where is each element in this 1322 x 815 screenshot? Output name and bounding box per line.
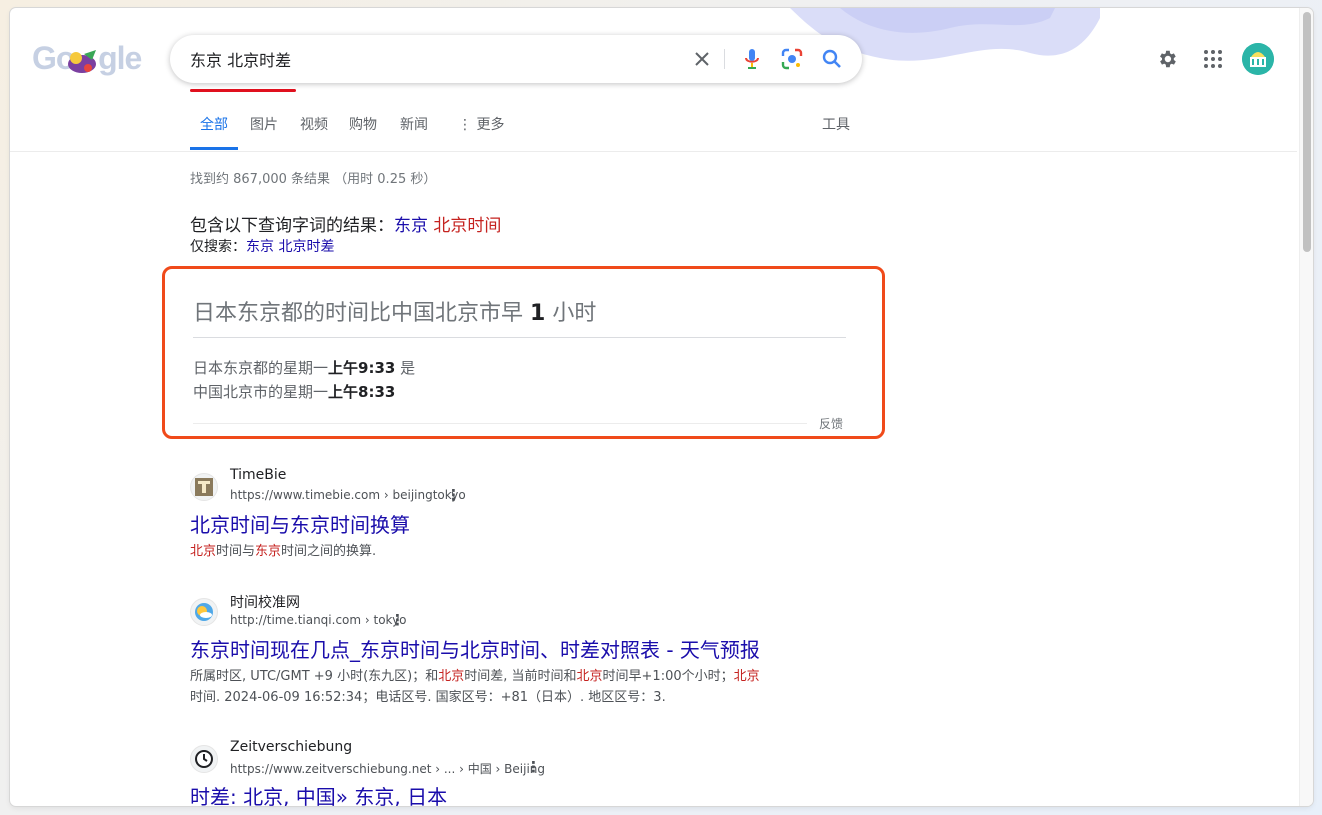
answer-divider <box>193 337 846 338</box>
search-box <box>170 35 862 83</box>
result-menu-icon[interactable]: ⋮ <box>526 757 541 777</box>
result-menu-icon[interactable]: ⋮ <box>446 485 461 505</box>
tab-videos[interactable]: 视频 <box>300 114 328 150</box>
tokyo-suffix: 是 <box>400 359 416 377</box>
snippet-em: 北京 <box>438 669 465 684</box>
snippet-text: 时间与 <box>216 544 256 559</box>
apps-grid-icon[interactable] <box>1200 46 1226 72</box>
result-site-name[interactable]: TimeBie <box>230 467 286 483</box>
tianqi-icon <box>190 598 218 626</box>
result-site-name[interactable]: 时间校准网 <box>230 592 300 612</box>
snippet-text: 时间. 2024-06-09 16:52:34；电话区号. 国家区号：+81（日… <box>190 690 666 705</box>
search-divider <box>724 49 725 69</box>
tab-more[interactable]: ⋮ 更多 <box>458 114 504 150</box>
tab-images[interactable]: 图片 <box>250 114 278 150</box>
tab-more-label: 更多 <box>476 117 505 133</box>
header: Go gle 东京 北京时差 全部 图片 视频 购物 新闻 ⋮ 更多 工具 <box>10 8 1297 152</box>
tools-button[interactable]: 工具 <box>822 114 850 134</box>
corrected-term-1[interactable]: 东京 <box>394 216 428 236</box>
tokyo-time: 上午9:33 <box>328 359 396 377</box>
result-stats: 找到约 867,000 条结果 （用时 0.25 秒） <box>190 172 437 187</box>
answer-footer-divider <box>193 423 807 424</box>
beijing-time: 上午8:33 <box>328 383 396 401</box>
answer-title-prefix: 日本东京都的时间比中国北京市早 <box>193 301 524 326</box>
correction-prefix: 包含以下查询字词的结果： <box>190 216 394 236</box>
scrollbar-thumb[interactable] <box>1303 12 1311 252</box>
spelling-correction: 包含以下查询字词的结果：东京 北京时间 <box>190 211 501 236</box>
feedback-link[interactable]: 反馈 <box>819 415 843 432</box>
result-title[interactable]: 东京时间现在几点_东京时间与北京时间、时差对照表 - 天气预报 <box>190 634 760 663</box>
search-input[interactable] <box>190 47 670 71</box>
search-icon[interactable] <box>820 47 844 71</box>
snippet-em: 北京 <box>190 544 217 559</box>
scrollbar[interactable] <box>1299 8 1313 806</box>
answer-title-number: 1 <box>530 301 546 326</box>
only-prefix: 仅搜索： <box>190 239 246 255</box>
result-menu-icon[interactable]: ⋮ <box>390 610 405 630</box>
settings-gear-icon[interactable] <box>1154 46 1180 72</box>
result-snippet: 所属时区, UTC/GMT +9 小时(东九区)；和北京时间差, 当前时间和北京… <box>190 666 800 708</box>
snippet-text: 时间之间的换算. <box>281 544 377 559</box>
result-url[interactable]: https://www.zeitverschiebung.net › ... ›… <box>230 760 545 777</box>
clear-icon[interactable] <box>690 47 714 71</box>
query-annotation-underline <box>190 89 296 92</box>
search-only-line: 仅搜索：东京 北京时差 <box>190 236 334 256</box>
google-doodle-logo[interactable]: Go gle <box>32 40 142 80</box>
answer-line-tokyo: 日本东京都的星期一上午9:33 是 <box>193 357 415 378</box>
doodle-icon <box>68 50 96 73</box>
avatar[interactable] <box>1242 43 1274 75</box>
tab-shopping[interactable]: 购物 <box>349 114 377 150</box>
snippet-text: 时间早+1:00个小时； <box>602 669 734 684</box>
result-url[interactable]: https://www.timebie.com › beijingtokyo <box>230 488 466 502</box>
snippet-em: 北京 <box>733 669 760 684</box>
time-answer-box: 日本东京都的时间比中国北京市早 1 小时 日本东京都的星期一上午9:33 是 中… <box>162 266 885 439</box>
lens-icon[interactable] <box>780 47 804 71</box>
tab-all[interactable]: 全部 <box>190 114 238 150</box>
beijing-day: 中国北京市的星期一 <box>193 383 329 401</box>
result-url[interactable]: http://time.tianqi.com › tokyo <box>230 613 407 627</box>
snippet-text: 所属时区, UTC/GMT +9 小时(东九区)；和 <box>190 669 439 684</box>
corrected-term-2[interactable]: 北京时间 <box>433 216 501 236</box>
result-title[interactable]: 北京时间与东京时间换算 <box>190 509 410 538</box>
answer-title-suffix: 小时 <box>552 301 597 326</box>
answer-title: 日本东京都的时间比中国北京市早 1 小时 <box>193 295 596 327</box>
tab-news[interactable]: 新闻 <box>400 114 428 150</box>
more-dots-icon: ⋮ <box>458 117 472 133</box>
answer-line-beijing: 中国北京市的星期一上午8:33 <box>193 381 395 402</box>
result-snippet: 北京时间与东京时间之间的换算. <box>190 541 800 562</box>
timebie-icon <box>190 473 218 501</box>
snippet-em: 东京 <box>255 544 282 559</box>
browser-window: Go gle 东京 北京时差 全部 图片 视频 购物 新闻 ⋮ 更多 工具 找到… <box>10 8 1313 806</box>
search-only-link[interactable]: 东京 北京时差 <box>246 239 334 255</box>
result-site-name[interactable]: Zeitverschiebung <box>230 739 352 755</box>
result-title[interactable]: 时差: 北京, 中国» 东京, 日本 <box>190 781 447 806</box>
clock-icon <box>190 745 218 773</box>
snippet-text: 时间差, 当前时间和 <box>464 669 577 684</box>
tokyo-day: 日本东京都的星期一 <box>193 359 329 377</box>
microphone-icon[interactable] <box>740 47 764 71</box>
snippet-em: 北京 <box>576 669 603 684</box>
